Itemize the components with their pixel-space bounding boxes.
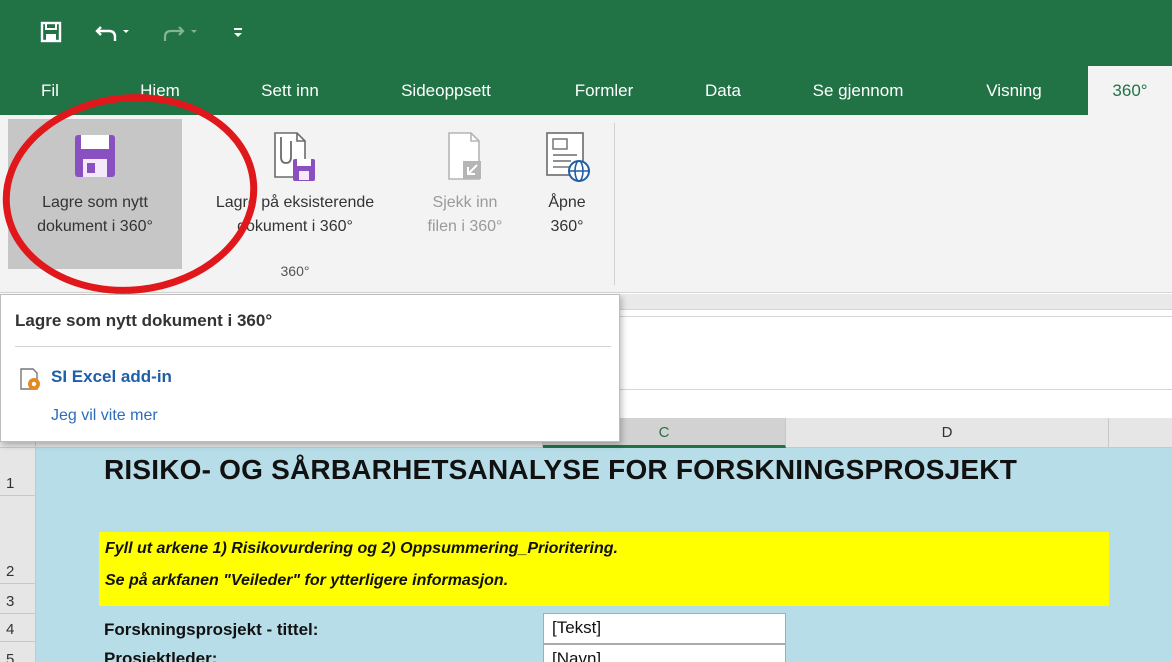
ribbon-group-separator: [614, 123, 615, 285]
project-leader-cell[interactable]: [Navn]: [543, 644, 786, 662]
qat-redo-button[interactable]: [160, 14, 206, 50]
customize-qat-icon: [234, 28, 242, 37]
undo-icon: [95, 26, 129, 41]
save-new-line2: dokument i 360°: [37, 218, 153, 235]
row-header-4[interactable]: 4: [0, 614, 36, 642]
project-leader-label: Prosjektleder:: [104, 649, 218, 662]
customize-qat-button[interactable]: [226, 14, 250, 50]
row-header-3[interactable]: 3: [0, 584, 36, 614]
tooltip-addin-name: SI Excel add-in: [51, 367, 172, 386]
tab-hjem[interactable]: Hjem: [112, 66, 208, 115]
open-360-button[interactable]: Åpne 360°: [526, 119, 608, 269]
floppy-disk-icon: [75, 135, 115, 177]
save-existing-line2: dokument i 360°: [237, 218, 353, 235]
open-360-line1: Åpne: [548, 194, 586, 211]
ribbon-group-label: 360°: [280, 263, 310, 279]
qat-save-button[interactable]: [36, 14, 66, 50]
open-360-line2: 360°: [550, 218, 584, 235]
instruction-line-1: Fyll ut arkene 1) Risikovurdering og 2) …: [105, 540, 618, 557]
column-header-d[interactable]: D: [786, 418, 1109, 448]
tab-fil[interactable]: Fil: [28, 66, 72, 115]
tab-visning[interactable]: Visning: [964, 66, 1064, 115]
attach-save-icon: [274, 132, 315, 181]
tab-360[interactable]: 360°: [1088, 66, 1172, 115]
tab-sett-inn[interactable]: Sett inn: [240, 66, 340, 115]
row-header-2[interactable]: 2: [0, 496, 36, 584]
tab-data[interactable]: Data: [688, 66, 758, 115]
project-title-label: Forskningsprosjekt - tittel:: [104, 620, 319, 639]
floppy-disk-icon: [40, 21, 62, 43]
instruction-line-2: Se på arkfanen "Veileder" for ytterliger…: [105, 572, 509, 589]
qat-undo-button[interactable]: [92, 14, 138, 50]
check-in-icon: [448, 132, 481, 180]
open-web-icon: [546, 132, 590, 182]
check-in-line2: filen i 360°: [427, 218, 503, 235]
column-header-e[interactable]: [1109, 418, 1172, 448]
ribbon-panel: Lagre som nytt dokument i 360° Lagre på …: [0, 115, 1172, 293]
row-header-5[interactable]: 5: [0, 642, 36, 662]
instruction-box: Fyll ut arkene 1) Risikovurdering og 2) …: [99, 532, 1109, 606]
tab-sideoppsett[interactable]: Sideoppsett: [378, 66, 514, 115]
project-title-cell[interactable]: [Tekst]: [543, 613, 786, 644]
tab-se-gjennom[interactable]: Se gjennom: [790, 66, 926, 115]
sheet-title: RISIKO- OG SÅRBARHETSANALYSE FOR FORSKNI…: [104, 454, 1018, 485]
worksheet[interactable]: RISIKO- OG SÅRBARHETSANALYSE FOR FORSKNI…: [36, 448, 1172, 662]
tooltip-divider: [15, 346, 611, 347]
row-header-1[interactable]: 1: [0, 448, 36, 496]
save-new-360-button[interactable]: Lagre som nytt dokument i 360°: [8, 119, 182, 269]
learn-more-link[interactable]: Jeg vil vite mer: [51, 407, 158, 425]
save-new-line1: Lagre som nytt: [42, 194, 148, 211]
ribbon-tooltip: Lagre som nytt dokument i 360° SI Excel …: [0, 294, 620, 442]
check-in-360-button[interactable]: Sjekk inn filen i 360°: [406, 119, 524, 269]
save-existing-line1: Lagre på eksisterende: [215, 194, 375, 211]
check-in-line1: Sjekk inn: [432, 194, 498, 211]
tooltip-title: Lagre som nytt dokument i 360°: [15, 311, 273, 330]
row-headers: 1 2 3 4 5: [0, 448, 36, 662]
quick-access-toolbar: [0, 0, 1172, 66]
ribbon-tabs: Fil Hjem Sett inn Sideoppsett Formler Da…: [0, 66, 1172, 115]
tab-formler[interactable]: Formler: [552, 66, 656, 115]
formula-input[interactable]: [620, 316, 1172, 390]
save-existing-360-button[interactable]: Lagre på eksisterende dokument i 360°: [184, 119, 406, 269]
addin-gear-icon: [20, 368, 40, 390]
redo-icon: [163, 26, 197, 41]
